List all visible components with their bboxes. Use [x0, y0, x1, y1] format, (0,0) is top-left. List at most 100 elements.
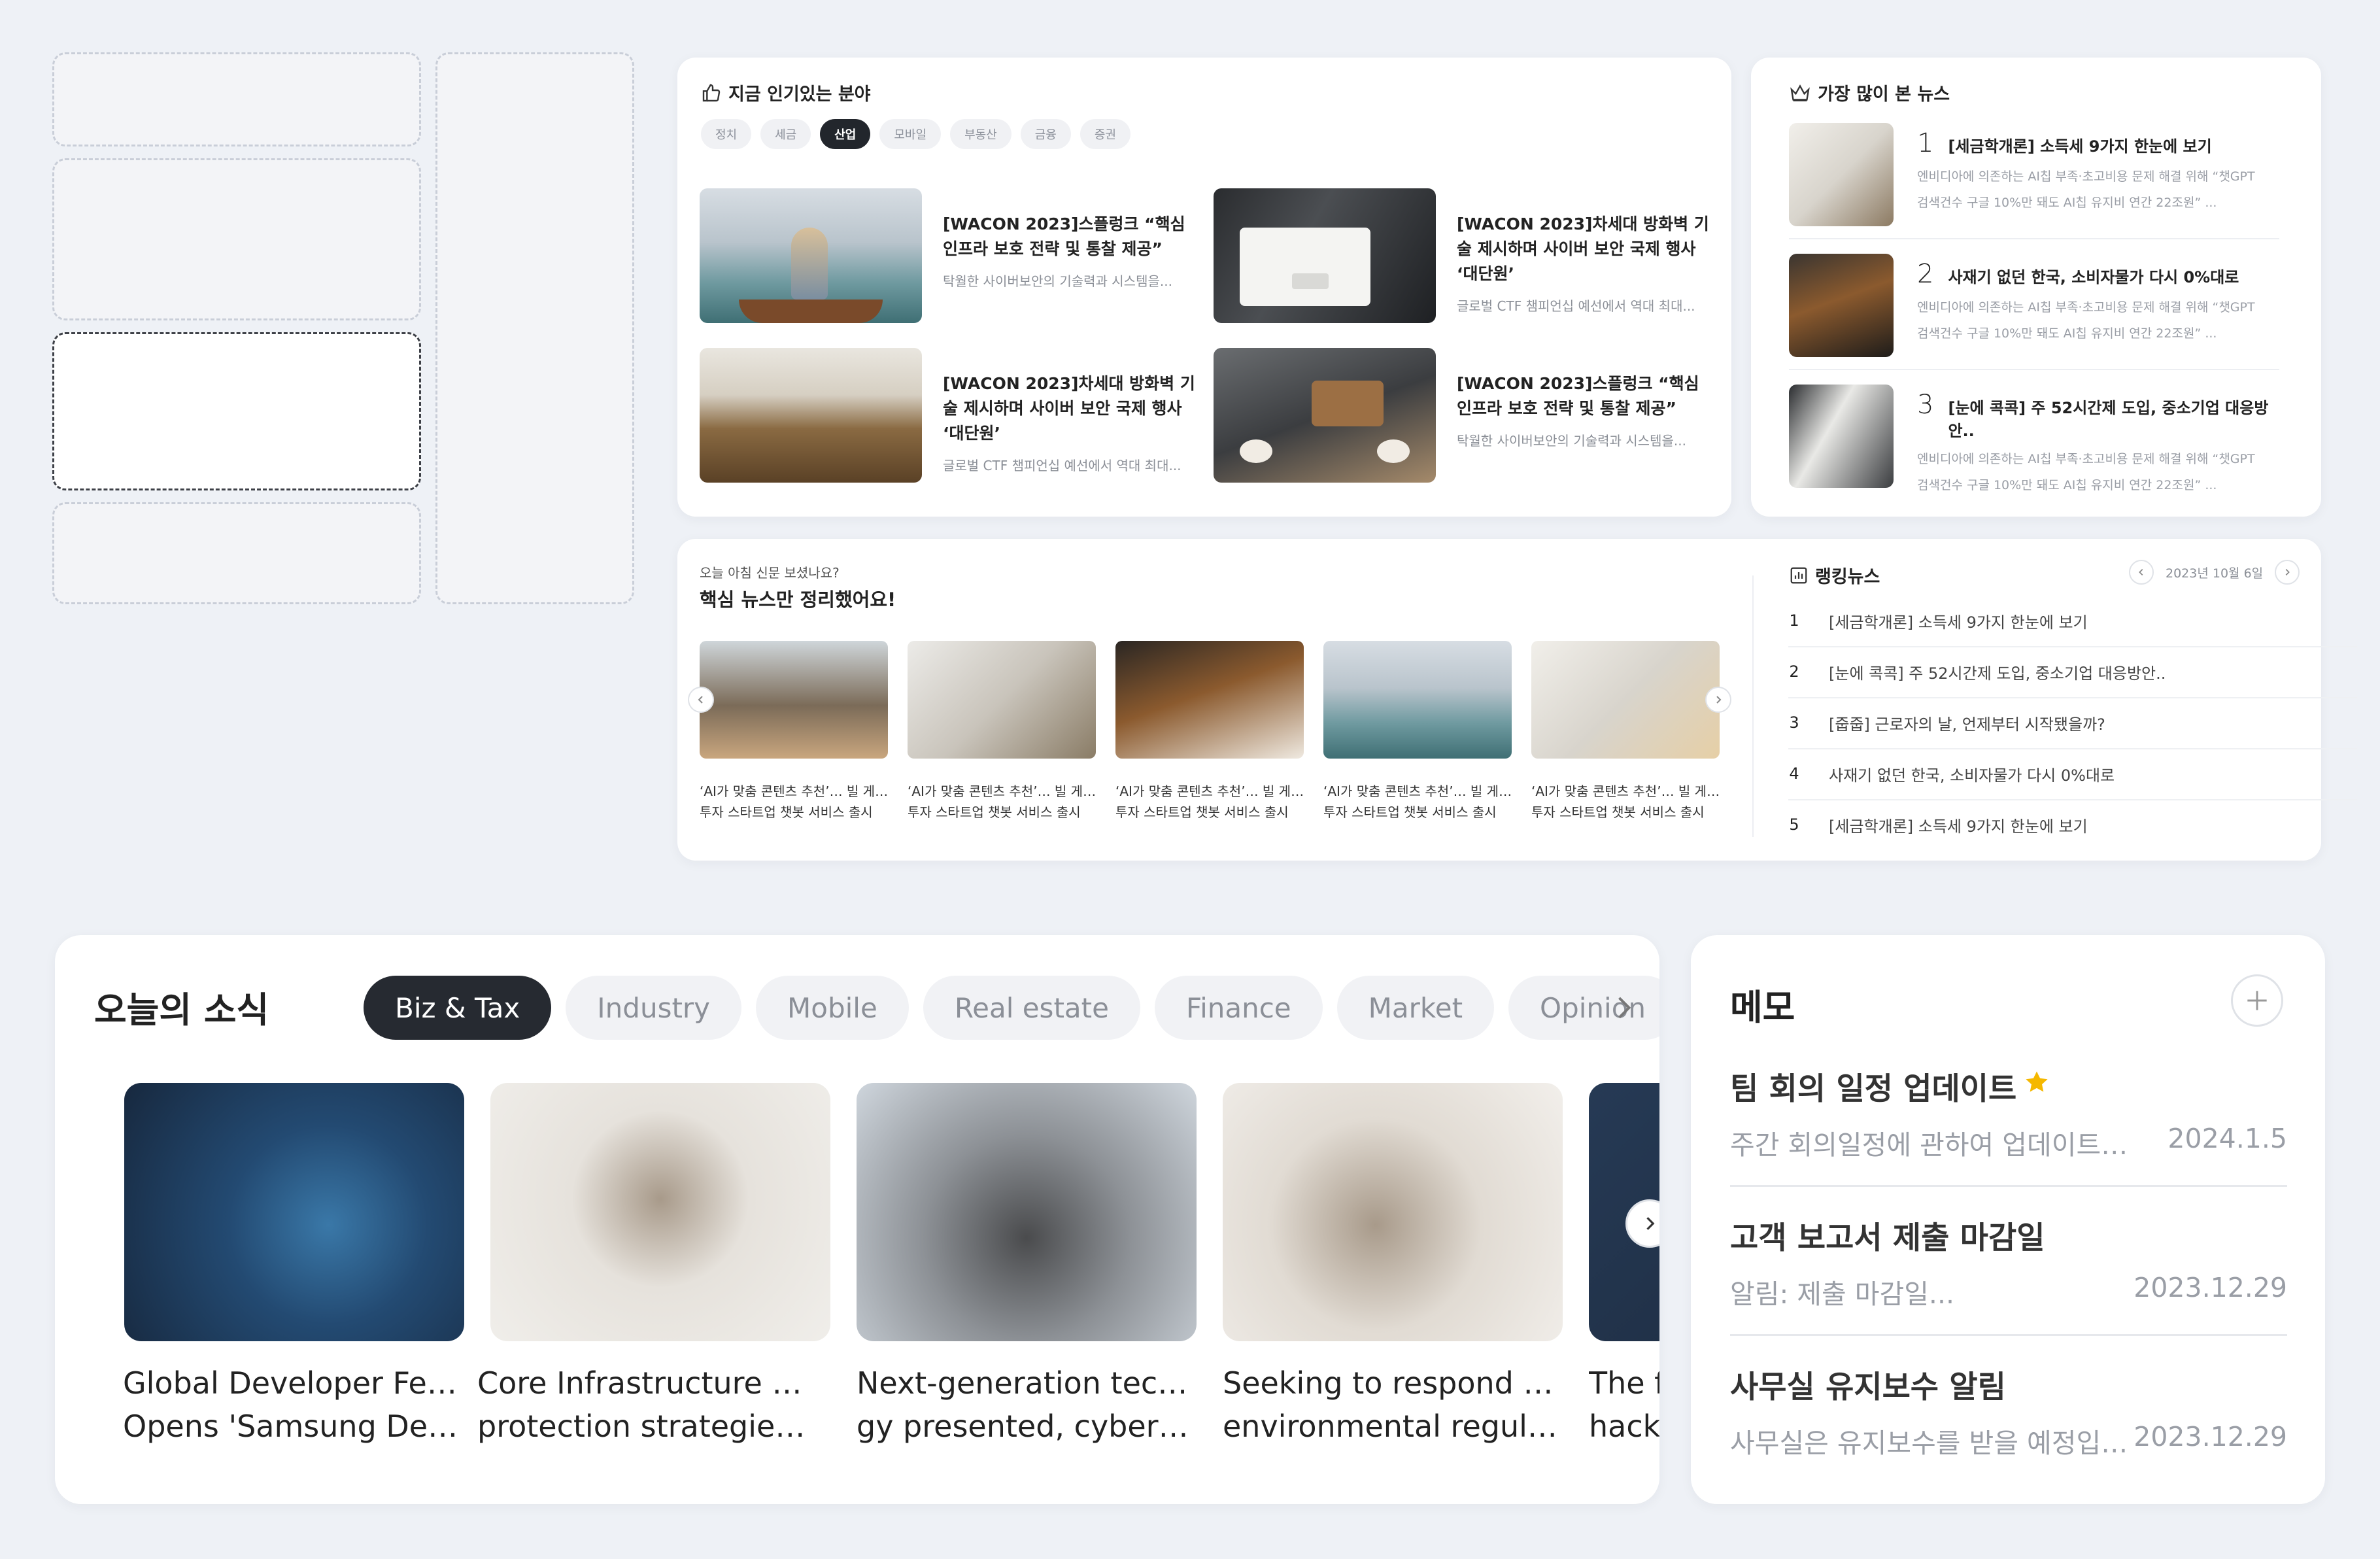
news-thumbnail [700, 188, 922, 323]
news-thumbnail [1789, 254, 1894, 357]
chevron-left-icon [698, 696, 703, 704]
carousel-thumbnail [1531, 641, 1720, 759]
chip-tax[interactable]: 세금 [760, 119, 811, 149]
ranking-row[interactable]: 1 [세금학개론] 소득세 9가지 한눈에 보기 [1788, 595, 2357, 647]
carousel-caption-line2: 투자 스타트업 챗봇 서비스 출시 [1115, 804, 1289, 820]
carousel-next-button[interactable] [1705, 687, 1731, 713]
memo-item-title: 팀 회의 일정 업데이트 [1730, 1071, 2017, 1107]
chip-industry[interactable]: 산업 [820, 119, 871, 149]
chip-mobile[interactable]: 모바일 [879, 119, 942, 149]
rank-number: 3 [1789, 713, 1799, 732]
popular-news-item[interactable]: [WACON 2023]스플렁크 “핵심 인프라 보호 전략 및 통찰 제공” … [700, 188, 1197, 323]
placeholder-slot-4[interactable] [52, 502, 421, 604]
carousel-thumbnail [700, 641, 888, 759]
popular-fields-title: 지금 인기있는 분야 [728, 84, 871, 105]
most-read-item[interactable]: 2 사재기 없던 한국, 소비자물가 다시 0%대로 엔비디아에 의존하는 AI… [1789, 254, 2279, 370]
carousel-thumbnail [1323, 641, 1512, 759]
carousel-item[interactable]: ‘AI가 맞춤 콘텐츠 추천’… 빌 게이츠 투자 스타트업 챗봇 서비스 출시 [700, 641, 889, 823]
news-title: [WACON 2023]스플렁크 “핵심 인프라 보호 전략 및 통찰 제공” [1457, 374, 1699, 418]
carousel-item[interactable]: ‘AI가 맞춤 콘텐츠 추천’… 빌 게이츠 투자 스타트업 챗봇 서비스 출시 [1323, 641, 1513, 823]
chevron-left-icon [2139, 569, 2143, 575]
today-thumbnail [124, 1083, 464, 1341]
bar-chart-icon [1789, 566, 1809, 585]
chip-politics[interactable]: 정치 [701, 119, 752, 149]
chip-real-estate[interactable]: 부동산 [950, 119, 1012, 149]
memo-item-date: 2023.12.29 [2134, 1272, 2287, 1303]
today-caption[interactable]: Core Infrastructure provide protection s… [477, 1362, 817, 1448]
most-read-item[interactable]: 1 [세금학개론] 소득세 9가지 한눈에 보기 엔비디아에 의존하는 AI칩 … [1789, 123, 2279, 239]
memo-item[interactable]: 고객 보고서 제출 마감일 알림: 제출 마감일... 2023.12.29 [1730, 1212, 2287, 1311]
popular-news-item[interactable]: [WACON 2023]스플렁크 “핵심 인프라 보호 전략 및 통찰 제공” … [1214, 348, 1710, 483]
news-desc: 탁월한 사이버보안의 기술력과 시스템을... [1457, 433, 1686, 449]
news-desc-line2: 검색건수 구글 10%만 돼도 AI칩 유지비 연간 22조원” ... [1917, 196, 2217, 210]
news-thumbnail [700, 348, 922, 483]
date-prev-button[interactable] [2129, 560, 2154, 585]
news-thumbnail [1789, 123, 1894, 226]
today-caption-line1: The f [1589, 1365, 1659, 1401]
ranking-item-title: [눈에 콕콕] 주 52시간제 도입, 중소기업 대응방안.. [1829, 664, 2166, 683]
carousel-thumbnail [908, 641, 1096, 759]
carousel-caption-line1: ‘AI가 맞춤 콘텐츠 추천’… 빌 게이츠 [1323, 783, 1513, 799]
morning-title: 핵심 뉴스만 정리했어요! [700, 589, 896, 611]
rank-number: 3 [1917, 390, 1934, 420]
today-caption[interactable]: The f hacki [1589, 1362, 1659, 1448]
memo-divider [1730, 1334, 2287, 1336]
date-next-button[interactable] [2275, 560, 2300, 585]
memo-item-preview: 주간 회의일정에 관하여 업데이트가 있... [1730, 1129, 2149, 1161]
today-caption-line1: Next-generation technolo [857, 1365, 1197, 1401]
chip-securities[interactable]: 증권 [1080, 119, 1130, 149]
plus-icon [2247, 991, 2267, 1010]
memo-item[interactable]: 팀 회의 일정 업데이트 주간 회의일정에 관하여 업데이트가 있... 202… [1730, 1063, 2287, 1162]
carousel-prev-button[interactable] [688, 687, 714, 713]
star-icon [2023, 1068, 2050, 1104]
news-desc-line1: 엔비디아에 의존하는 AI칩 부족·초고비용 문제 해결 위해 “챗GPT [1917, 300, 2255, 315]
news-thumbnail [1789, 385, 1894, 488]
memo-item-preview: 사무실은 유지보수를 받을 예정입니... [1730, 1428, 2134, 1459]
memo-divider [1730, 1185, 2287, 1187]
placeholder-slot-3[interactable] [52, 332, 421, 490]
today-caption-line1: Global Developer Festival [123, 1365, 463, 1401]
popular-news-item[interactable]: [WACON 2023]차세대 방화벽 기술 제시하며 사이버 보안 국제 행사… [1214, 188, 1710, 323]
today-caption[interactable]: Next-generation technolo gy presented, c… [857, 1362, 1197, 1448]
ranking-title: 랭킹뉴스 [1815, 567, 1880, 587]
chevron-right-icon [2285, 569, 2290, 575]
chevron-right-icon [1646, 1217, 1655, 1230]
carousel-item[interactable]: ‘AI가 맞춤 콘텐츠 추천’… 빌 게이츠 투자 스타트업 챗봇 서비스 출시 [908, 641, 1097, 823]
placeholder-slot-1[interactable] [52, 52, 421, 146]
ranking-row[interactable]: 4 사재기 없던 한국, 소비자물가 다시 0%대로 [1788, 748, 2357, 800]
chip-finance[interactable]: 금융 [1020, 119, 1071, 149]
ranking-row[interactable]: 2 [눈에 콕콕] 주 52시간제 도입, 중소기업 대응방안.. [1788, 646, 2357, 698]
most-read-item[interactable]: 3 [눈에 콕콕] 주 52시간제 도입, 중소기업 대응방안.. 엔비디아에 … [1789, 385, 2279, 500]
today-caption[interactable]: Global Developer Festival Opens 'Samsung… [123, 1362, 463, 1448]
placeholder-slot-2[interactable] [52, 158, 421, 320]
news-title: [WACON 2023]차세대 방화벽 기술 제시하며 사이버 보안 국제 행사… [943, 374, 1195, 443]
morning-ranking-divider [1752, 575, 1754, 837]
today-carousel-viewport: Global Developer Festival Opens 'Samsung… [55, 935, 1659, 1504]
today-thumbnail [1223, 1083, 1563, 1341]
today-caption-line1: Core Infrastructure provide [477, 1365, 817, 1401]
ranking-date-nav: 2023년 10월 6일 [2129, 560, 2300, 585]
popular-fields-chips: 정치 세금 산업 모바일 부동산 금융 증권 [701, 119, 1130, 149]
memo-title: 메모 [1730, 987, 1795, 1028]
news-title: [세금학개론] 소득세 9가지 한눈에 보기 [1948, 137, 2212, 156]
ranking-item-title: [세금학개론] 소득세 9가지 한눈에 보기 [1829, 613, 2088, 632]
carousel-item[interactable]: ‘AI가 맞춤 콘텐츠 추천’… 빌 게이츠 투자 스타트업 챗봇 서비스 출시 [1115, 641, 1305, 823]
ranking-row[interactable]: 3 [줍줍] 근로자의 날, 언제부터 시작됐을까? [1788, 697, 2357, 749]
carousel-item[interactable]: ‘AI가 맞춤 콘텐츠 추천’… 빌 게이츠 투자 스타트업 챗봇 서비스 출시 [1531, 641, 1721, 823]
memo-item-title: 사무실 유지보수 알림 [1730, 1369, 2006, 1405]
placeholder-slot-tall[interactable] [435, 52, 634, 604]
ranking-row[interactable]: 5 [세금학개론] 소득세 9가지 한눈에 보기 [1788, 799, 2357, 850]
today-thumbnail [490, 1083, 830, 1341]
carousel-caption-line1: ‘AI가 맞춤 콘텐츠 추천’… 빌 게이츠 [908, 783, 1097, 799]
rank-number: 1 [1789, 611, 1799, 630]
carousel-thumbnail [1115, 641, 1304, 759]
add-memo-button[interactable] [2231, 974, 2283, 1027]
today-caption-line2: Opens 'Samsung Devel... [123, 1409, 463, 1444]
ranking-item-title: [세금학개론] 소득세 9가지 한눈에 보기 [1829, 817, 2088, 836]
popular-news-item[interactable]: [WACON 2023]차세대 방화벽 기술 제시하며 사이버 보안 국제 행사… [700, 348, 1197, 483]
today-caption[interactable]: Seeking to respond to EU environmental r… [1223, 1362, 1563, 1448]
today-caption-line2: gy presented, cybersecur... [857, 1409, 1197, 1444]
carousel-caption-line1: ‘AI가 맞춤 콘텐츠 추천’… 빌 게이츠 [1115, 783, 1305, 799]
memo-item[interactable]: 사무실 유지보수 알림 사무실은 유지보수를 받을 예정입니... 2023.1… [1730, 1362, 2287, 1460]
news-thumbnail [1214, 348, 1436, 483]
